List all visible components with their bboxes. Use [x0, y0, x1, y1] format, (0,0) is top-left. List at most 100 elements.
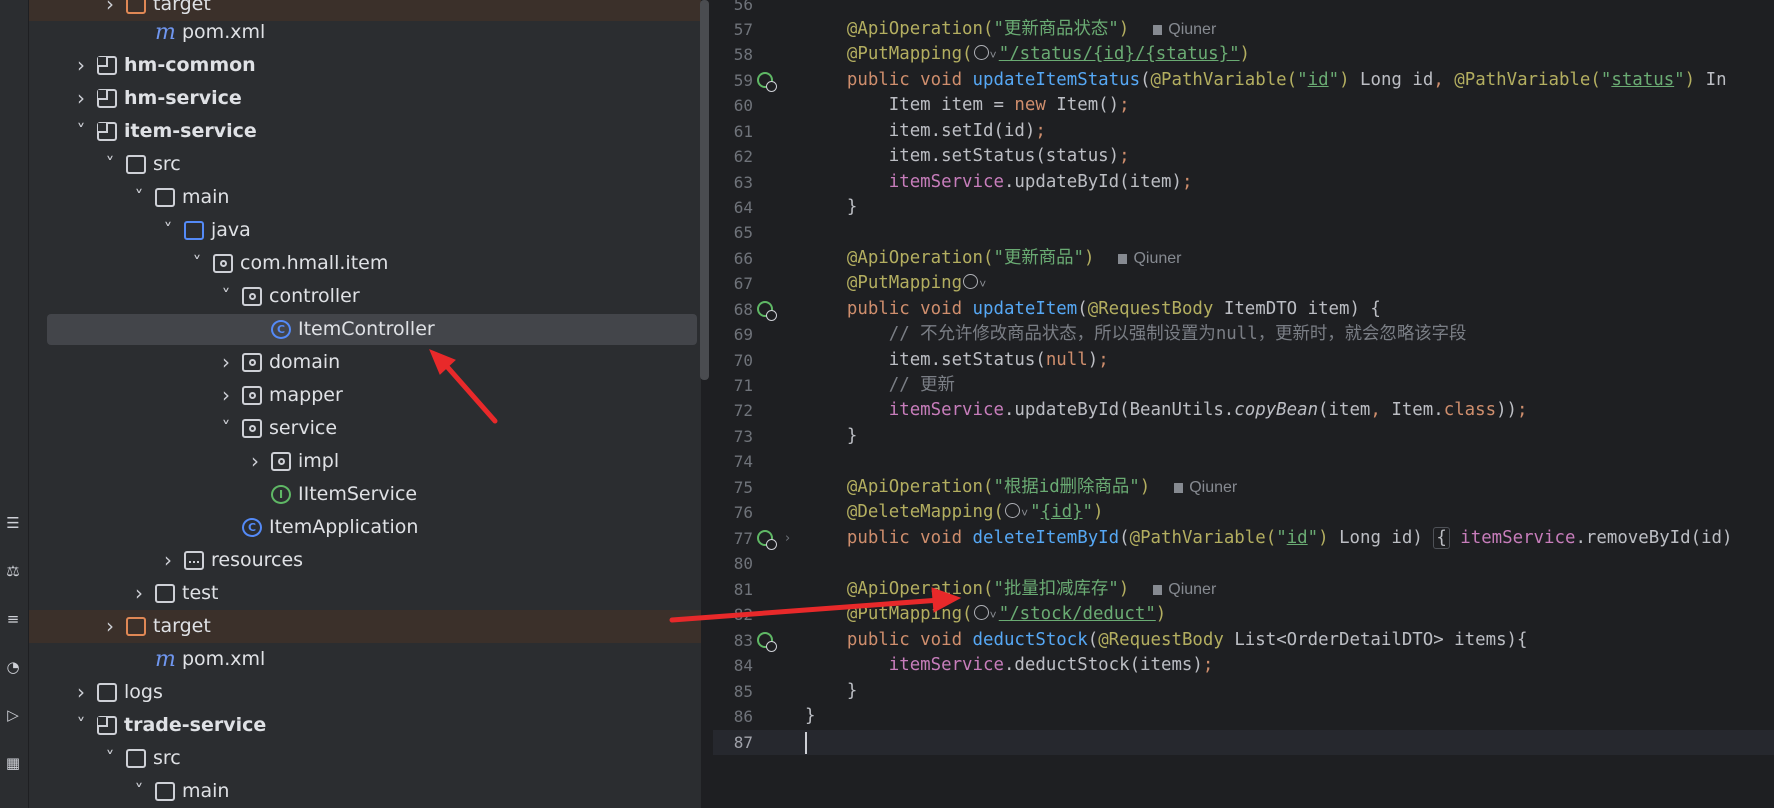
tree-item-src[interactable]: ˅ src: [29, 148, 701, 181]
tree-item-domain[interactable]: › domain: [29, 346, 701, 379]
code-author-hint[interactable]: Qiuner: [1118, 250, 1182, 267]
notifications-icon[interactable]: ⚖: [2, 560, 24, 582]
database-icon[interactable]: ☰: [2, 512, 24, 534]
chevron-right-icon[interactable]: ›: [102, 610, 118, 643]
tree-item-main[interactable]: ˅ main: [29, 775, 701, 808]
tree-item-pom-xml[interactable]: m pom.xml: [29, 16, 701, 49]
code-line[interactable]: 67 @PutMapping ˅: [713, 271, 1774, 296]
run-icon[interactable]: ▷: [2, 704, 24, 726]
chevron-down-icon[interactable]: ˅: [218, 280, 234, 313]
tree-item-mapper[interactable]: › mapper: [29, 379, 701, 412]
chevron-down-icon[interactable]: ˅: [990, 48, 997, 62]
folded-code-marker[interactable]: {: [1433, 527, 1450, 549]
chevron-down-icon[interactable]: ˅: [102, 742, 118, 775]
tree-item-src[interactable]: ˅ src: [29, 742, 701, 775]
tree-item-main[interactable]: ˅ main: [29, 181, 701, 214]
code-line[interactable]: 84 itemService.deductStock(items);: [713, 653, 1774, 678]
code-line[interactable]: 83 public void deductStock(@RequestBody …: [713, 628, 1774, 653]
code-line[interactable]: 65: [713, 220, 1774, 245]
globe-icon[interactable]: [973, 45, 989, 60]
code-line[interactable]: 74: [713, 449, 1774, 474]
chevron-down-icon[interactable]: ˅: [131, 181, 147, 214]
globe-icon[interactable]: [973, 605, 989, 620]
tree-item-impl[interactable]: › impl: [29, 445, 701, 478]
code-line[interactable]: 64 }: [713, 195, 1774, 220]
chevron-down-icon[interactable]: ˅: [160, 214, 176, 247]
chevron-down-icon[interactable]: ˅: [218, 412, 234, 445]
tree-item-java[interactable]: ˅ java: [29, 214, 701, 247]
chevron-down-icon[interactable]: ˅: [189, 247, 205, 280]
chevron-right-icon[interactable]: ›: [218, 346, 234, 379]
structure-icon[interactable]: ≡: [2, 608, 24, 630]
code-line[interactable]: 81 @ApiOperation("批量扣减库存") Qiuner: [713, 577, 1774, 602]
chevron-down-icon[interactable]: ˅: [73, 709, 89, 742]
tree-item-controller[interactable]: ˅ controller: [29, 280, 701, 313]
chevron-right-icon[interactable]: ›: [247, 445, 263, 478]
code-line[interactable]: 56: [713, 0, 1774, 17]
web-endpoint-gutter-icon[interactable]: [757, 301, 777, 321]
code-line[interactable]: 57 @ApiOperation("更新商品状态") Qiuner: [713, 17, 1774, 42]
code-line[interactable]: 61 item.setId(id);: [713, 119, 1774, 144]
tree-item-test[interactable]: › test: [29, 577, 701, 610]
code-line[interactable]: 62 item.setStatus(status);: [713, 144, 1774, 169]
chevron-right-icon[interactable]: ›: [73, 49, 89, 82]
code-line[interactable]: 71 // 更新: [713, 373, 1774, 398]
code-editor[interactable]: 56 57 @ApiOperation("更新商品状态") Qiuner 58 @Pu…: [713, 0, 1774, 808]
tree-item-logs[interactable]: › logs: [29, 676, 701, 709]
code-line[interactable]: 69 // 不允许修改商品状态，所以强制设置为null，更新时，就会忽略该字段: [713, 322, 1774, 347]
code-line[interactable]: 63 itemService.updateById(item);: [713, 170, 1774, 195]
chevron-down-icon[interactable]: ˅: [73, 115, 89, 148]
code-token: Item(): [1056, 95, 1120, 115]
code-line[interactable]: 70 item.setStatus(null);: [713, 348, 1774, 373]
code-author-hint[interactable]: Qiuner: [1153, 21, 1216, 38]
tree-item-hm-common[interactable]: › hm-common: [29, 49, 701, 82]
code-author-hint[interactable]: Qiuner: [1174, 479, 1237, 496]
tree-item-hm-service[interactable]: › hm-service: [29, 82, 701, 115]
tree-item-itemapplication[interactable]: C ItemApplication: [29, 511, 701, 544]
code-line[interactable]: 58 @PutMapping(˅ "/status/{id}/{status}"): [713, 42, 1774, 67]
code-line[interactable]: 72 itemService.updateById(BeanUtils.copy…: [713, 398, 1774, 423]
code-line[interactable]: 77 › public void deleteItemById(@PathVari…: [713, 526, 1774, 551]
chevron-down-icon[interactable]: ˅: [990, 608, 997, 622]
code-line[interactable]: 76 @DeleteMapping(˅ "{id}"): [713, 500, 1774, 525]
code-line[interactable]: 82 @PutMapping(˅ "/stock/deduct"): [713, 602, 1774, 627]
tree-item-trade-service[interactable]: ˅ trade-service: [29, 709, 701, 742]
tree-item-target[interactable]: › target: [29, 610, 701, 643]
code-author-hint[interactable]: Qiuner: [1153, 581, 1216, 598]
web-endpoint-gutter-icon[interactable]: [757, 72, 777, 92]
code-line[interactable]: 66 @ApiOperation("更新商品") Qiuner: [713, 246, 1774, 271]
web-endpoint-gutter-icon[interactable]: [757, 530, 777, 550]
chevron-down-icon[interactable]: ˅: [1021, 506, 1028, 520]
chevron-down-icon[interactable]: ˅: [979, 277, 986, 291]
code-line[interactable]: 60 Item item = new Item();: [713, 93, 1774, 118]
profiler-icon[interactable]: ◔: [2, 656, 24, 678]
tree-item-service[interactable]: ˅ service: [29, 412, 701, 445]
chevron-down-icon[interactable]: ˅: [131, 775, 147, 808]
code-line[interactable]: 73 }: [713, 424, 1774, 449]
web-endpoint-gutter-icon[interactable]: [757, 632, 777, 652]
chevron-right-icon[interactable]: ›: [73, 676, 89, 709]
code-line[interactable]: 87: [713, 730, 1774, 756]
terminal-icon[interactable]: ▦: [2, 752, 24, 774]
fold-expand-icon[interactable]: ›: [785, 526, 790, 551]
tree-item-resources[interactable]: › resources: [29, 544, 701, 577]
code-line[interactable]: 86}: [713, 704, 1774, 729]
chevron-right-icon[interactable]: ›: [160, 544, 176, 577]
chevron-right-icon[interactable]: ›: [131, 577, 147, 610]
tree-item-item-service[interactable]: ˅ item-service: [29, 115, 701, 148]
chevron-right-icon[interactable]: ›: [218, 379, 234, 412]
chevron-down-icon[interactable]: ˅: [102, 148, 118, 181]
globe-icon[interactable]: [963, 274, 979, 289]
tree-item-com-hmall-item[interactable]: ˅ com.hmall.item: [29, 247, 701, 280]
chevron-right-icon[interactable]: ›: [73, 82, 89, 115]
tree-item-itemcontroller[interactable]: C ItemController: [29, 313, 701, 346]
tree-item-iitemservice[interactable]: I IItemService: [29, 478, 701, 511]
tree-item-pom-xml[interactable]: m pom.xml: [29, 643, 701, 676]
code-line[interactable]: 68 public void updateItem(@RequestBody I…: [713, 297, 1774, 322]
tree-scrollbar[interactable]: [700, 0, 709, 380]
globe-icon[interactable]: [1004, 503, 1020, 518]
code-line[interactable]: 85 }: [713, 679, 1774, 704]
code-line[interactable]: 75 @ApiOperation("根据id删除商品") Qiuner: [713, 475, 1774, 500]
code-line[interactable]: 80: [713, 551, 1774, 576]
code-line[interactable]: 59 public void updateItemStatus(@PathVar…: [713, 68, 1774, 93]
